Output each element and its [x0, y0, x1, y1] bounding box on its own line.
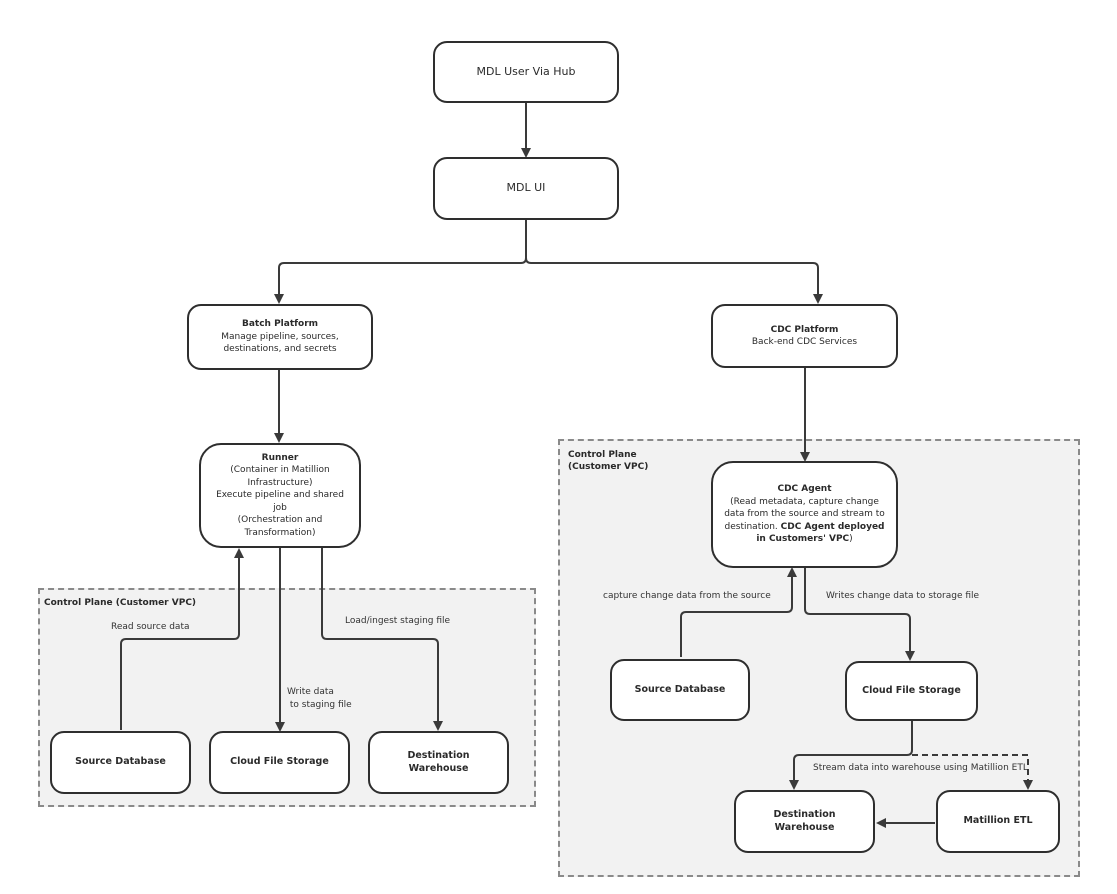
node-mdl-user-via-hub[interactable]: MDL User Via Hub: [433, 41, 619, 103]
node-cdc-destination-warehouse[interactable]: Destination Warehouse: [734, 790, 875, 853]
node-batch-cloud-file-storage[interactable]: Cloud File Storage: [209, 731, 350, 794]
cdc-control-plane-label-line2: (Customer VPC): [568, 462, 649, 472]
node-batch-cloud-file-storage-label: Cloud File Storage: [230, 756, 329, 768]
edge-label-capture-change: capture change data from the source: [603, 591, 771, 601]
node-mdl-ui[interactable]: MDL UI: [433, 157, 619, 220]
node-cdc-source-database[interactable]: Source Database: [610, 659, 750, 721]
node-matillion-etl-label: Matillion ETL: [963, 815, 1033, 827]
node-batch-destination-warehouse-label: Destination Warehouse: [407, 750, 470, 774]
node-batch-platform-title: Batch Platform: [241, 319, 319, 330]
batch-control-plane-label: Control Plane (Customer VPC): [44, 598, 197, 608]
edge-label-stream-data: Stream data into warehouse using Matilli…: [813, 763, 1028, 773]
edge-label-write-data-line1: Write data: [287, 687, 334, 697]
node-batch-source-database[interactable]: Source Database: [50, 731, 191, 794]
node-runner-desc-2: Execute pipeline and shared job: [216, 490, 344, 513]
edge-label-write-data: Write data to staging file: [287, 686, 352, 711]
node-cdc-platform-description: Back-end CDC Services: [751, 337, 858, 347]
node-runner-title: Runner: [261, 452, 299, 463]
node-cdc-cloud-file-storage-label: Cloud File Storage: [862, 684, 961, 696]
node-runner-desc-1: (Container in Matillion Infrastructure): [230, 465, 330, 488]
node-cdc-agent[interactable]: CDC Agent (Read metadata, capture change…: [711, 461, 898, 568]
node-cdc-agent-desc-end: ): [849, 534, 853, 545]
node-mdl-user-label: MDL User Via Hub: [476, 64, 576, 78]
edge-label-write-data-line2: to staging file: [287, 699, 352, 710]
node-cdc-agent-title: CDC Agent: [777, 484, 832, 495]
node-mdl-ui-label: MDL UI: [506, 181, 546, 195]
node-cdc-platform[interactable]: CDC Platform Back-end CDC Services: [711, 304, 898, 368]
node-runner-desc-3: (Orchestration and Transformation): [237, 515, 323, 538]
node-matillion-etl[interactable]: Matillion ETL: [936, 790, 1060, 853]
node-batch-source-database-label: Source Database: [75, 756, 166, 768]
node-batch-destination-warehouse[interactable]: Destination Warehouse: [368, 731, 509, 794]
edge-ui-to-cdc: [525, 257, 823, 304]
node-cdc-platform-title: CDC Platform: [770, 324, 839, 335]
cdc-control-plane-label-line1: Control Plane: [568, 450, 637, 460]
node-batch-platform-description: Manage pipeline, sources, destinations, …: [221, 331, 339, 355]
node-batch-platform[interactable]: Batch Platform Manage pipeline, sources,…: [187, 304, 373, 370]
node-cdc-source-database-label: Source Database: [634, 683, 726, 695]
edge-label-load-ingest: Load/ingest staging file: [345, 616, 451, 626]
edge-label-writes-change: Writes change data to storage file: [826, 591, 980, 601]
node-runner[interactable]: Runner (Container in Matillion Infrastru…: [199, 443, 361, 548]
node-cdc-agent-description: (Read metadata, capture change data from…: [721, 496, 888, 546]
edge-ui-to-batch: [274, 220, 527, 304]
edge-label-read-source-data: Read source data: [111, 622, 190, 632]
node-cdc-destination-warehouse-label: Destination Warehouse: [773, 809, 836, 833]
cdc-control-plane-label: Control Plane (Customer VPC): [568, 449, 648, 473]
node-cdc-cloud-file-storage[interactable]: Cloud File Storage: [845, 661, 978, 721]
